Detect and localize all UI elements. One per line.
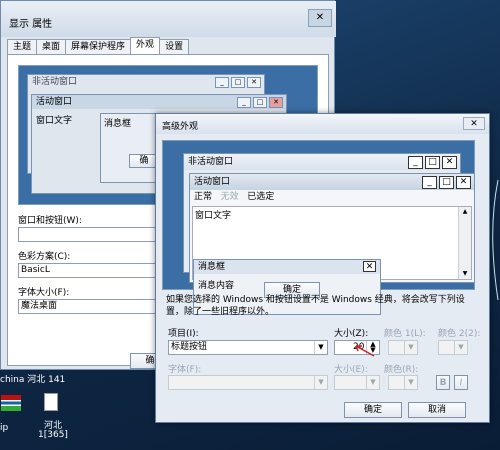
cancel-button[interactable]: 取消 (408, 402, 466, 418)
adv-active-caption-buttons: _ □ ✕ (420, 176, 471, 189)
tab-strip: 主题 桌面 屏幕保护程序 外观 设置 (7, 37, 190, 55)
menu-disabled: 无效 (220, 192, 239, 202)
chevron-down-icon: ▼ (404, 376, 417, 389)
window-title: 显示 属性 (9, 19, 53, 30)
preview-active-caption-buttons: _ □ ✕ (235, 97, 283, 108)
color1-picker[interactable]: ▼ (388, 340, 418, 355)
desktop-curve (492, 180, 499, 300)
adv-msgbox-title: 消息框 (194, 260, 380, 274)
item-select-value: 标题按钮 (171, 342, 208, 352)
color2-picker[interactable]: ▼ (438, 340, 468, 355)
dialog-title: 高级外观 (162, 122, 199, 132)
font-size-label: 字体大小(F): (18, 288, 70, 298)
italic-button[interactable]: I (454, 375, 468, 390)
color1-label: 颜色 1(L): (384, 329, 426, 339)
close-button[interactable]: ✕ (463, 117, 485, 130)
size-label: 大小(Z): (334, 329, 369, 339)
adv-msgbox-text: 消息内容 (198, 281, 235, 291)
adv-msgbox-close: ✕ (363, 261, 376, 272)
font-label: 字体(F): (168, 365, 202, 375)
tab-settings[interactable]: 设置 (159, 39, 190, 55)
advanced-appearance-dialog: 高级外观 ✕ 非活动窗口 _ □ ✕ 活动窗口 _ □ ✕ 正常 无效 已选定 窗口文字… (155, 113, 490, 423)
close-button[interactable]: ✕ (308, 9, 332, 27)
desktop-caption: china 河北 141 (0, 375, 66, 385)
chevron-down-icon: ▼ (314, 341, 327, 354)
chevron-down-icon: ▼ (404, 341, 417, 354)
color2-label: 颜色 2(2): (438, 329, 481, 339)
tab-theme[interactable]: 主题 (7, 39, 38, 55)
menu-normal: 正常 (194, 192, 213, 202)
font-color-picker[interactable]: ▼ (388, 375, 418, 390)
adv-preview-scrollbar: ▲ ▼ (458, 207, 471, 279)
chevron-down-icon: ▼ (366, 376, 379, 389)
font-size-select[interactable]: ▼ (334, 375, 380, 390)
bold-button[interactable]: B (436, 375, 450, 390)
chevron-down-icon: ▼ (314, 376, 327, 389)
desktop-icon-hebei-sub: 1[365] (38, 430, 68, 440)
chevron-down-icon: ▼ (454, 341, 467, 354)
tab-screensaver[interactable]: 屏幕保护程序 (65, 39, 132, 55)
tab-appearance[interactable]: 外观 (130, 37, 161, 55)
font-size-label: 大小(E): (334, 365, 368, 375)
font-size-select[interactable]: 魔法桌面 (18, 299, 168, 314)
windows-buttons-label: 窗口和按钮(W): (18, 216, 82, 226)
tab-desktop[interactable]: 桌面 (36, 39, 67, 55)
flag-icon[interactable] (1, 395, 21, 411)
window-titlebar[interactable]: 显示 属性 ✕ (1, 1, 336, 37)
font-color-label: 颜色(R): (384, 365, 419, 375)
adv-preview-window-text: 窗口文字 (195, 211, 232, 221)
preview-window-text: 窗口文字 (36, 116, 73, 126)
item-select[interactable]: 标题按钮 ▼ (168, 340, 328, 355)
menu-selected: 已选定 (247, 192, 275, 202)
item-label: 项目(I): (168, 329, 199, 339)
preview-caption-buttons: _ □ ✕ (213, 77, 261, 88)
document-icon[interactable] (44, 393, 58, 411)
desktop-icon-ip-label[interactable]: ip (0, 423, 8, 433)
adv-inactive-caption-buttons: _ □ ✕ (406, 156, 457, 169)
ok-button[interactable]: 确定 (344, 402, 402, 418)
color-scheme-select[interactable]: BasicL (18, 263, 168, 278)
preview-msgbox: 消息框 确 (100, 113, 160, 183)
annotation-arrow-icon (355, 345, 375, 357)
preview-msgbox-title: 消息框 (104, 119, 132, 129)
font-select[interactable]: ▼ (168, 375, 328, 390)
compatibility-note: 如果您选择的 Windows 和按钮设置不是 Windows 经典，将会改写下列… (166, 295, 465, 317)
advanced-preview: 非活动窗口 _ □ ✕ 活动窗口 _ □ ✕ 正常 无效 已选定 窗口文字 ▲ ▼ 消息框… (162, 140, 475, 315)
windows-buttons-select[interactable] (18, 227, 168, 242)
adv-preview-menubar: 正常 无效 已选定 (190, 190, 474, 204)
color-scheme-label: 色彩方案(C): (18, 252, 71, 262)
dialog-titlebar[interactable]: 高级外观 ✕ (156, 114, 489, 134)
